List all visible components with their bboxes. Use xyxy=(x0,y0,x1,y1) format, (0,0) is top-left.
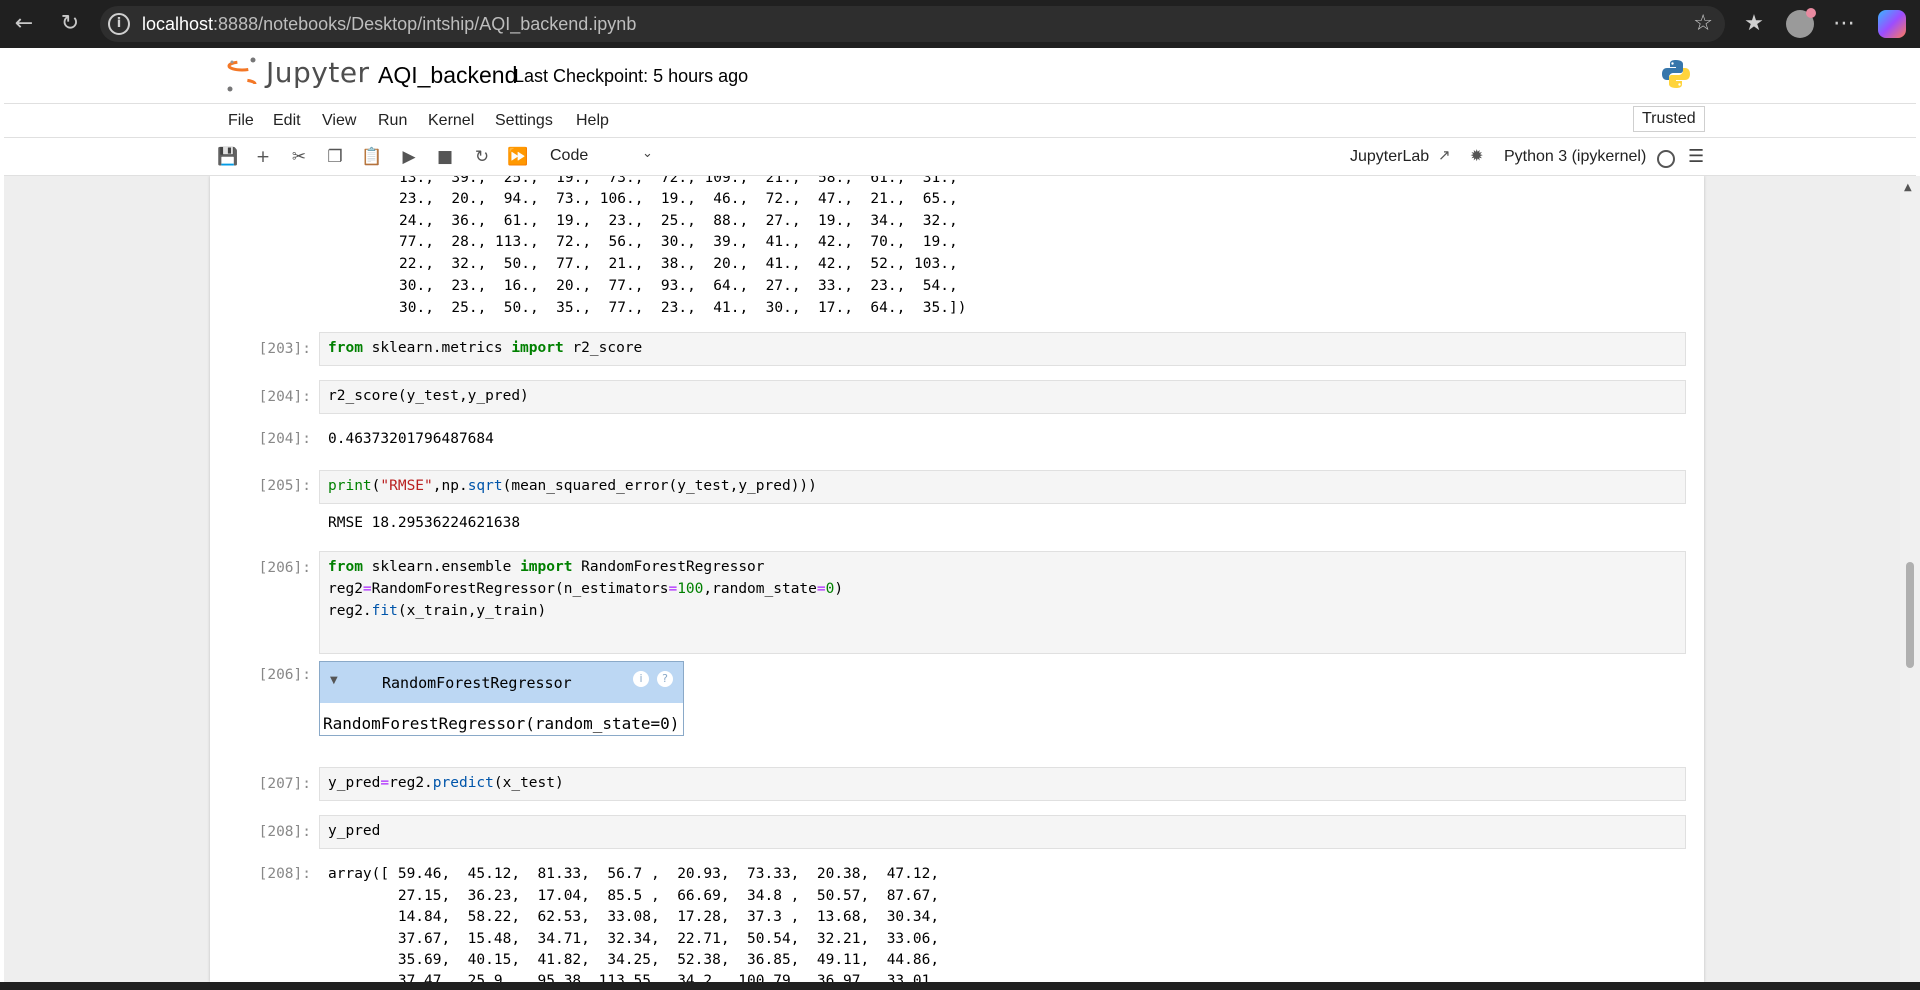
estimator-widget-header[interactable]: ▼ RandomForestRegressor i ? xyxy=(320,662,683,703)
add-cell-icon[interactable]: + xyxy=(251,145,275,169)
menu-edit[interactable]: Edit xyxy=(273,112,301,130)
code-cell[interactable]: from sklearn.ensemble import RandomFores… xyxy=(319,551,1686,654)
output-line: 13., 39., 25., 19., 73., 72., 109., 21.,… xyxy=(399,176,958,186)
code-cell[interactable]: print("RMSE",np.sqrt(mean_squared_error(… xyxy=(319,470,1686,504)
scroll-up-icon[interactable]: ▲ xyxy=(1904,182,1912,193)
code-line[interactable]: r2_score(y_test,y_pred) xyxy=(328,388,529,404)
cell-output: RMSE 18.29536224621638 xyxy=(328,515,521,531)
favorites-icon[interactable]: ★ xyxy=(1738,8,1770,40)
trusted-indicator[interactable]: Trusted xyxy=(1633,106,1705,132)
run-icon[interactable]: ▶ xyxy=(397,145,421,169)
menu-run[interactable]: Run xyxy=(378,112,407,130)
restart-icon[interactable]: ↻ xyxy=(470,145,494,169)
info-icon[interactable]: i xyxy=(633,671,649,687)
output-line: 30., 23., 16., 20., 77., 93., 64., 27., … xyxy=(399,278,958,294)
reload-icon[interactable]: ↻ xyxy=(54,8,86,40)
cell-input-prompt: [204]: xyxy=(258,389,311,405)
menu-view[interactable]: View xyxy=(322,112,356,130)
more-options-icon[interactable]: ⋯ xyxy=(1828,8,1860,40)
paste-icon[interactable]: 📋 xyxy=(360,145,384,169)
checkpoint-status: Last Checkpoint: 5 hours ago xyxy=(514,66,749,86)
code-cell[interactable]: r2_score(y_test,y_pred) xyxy=(319,380,1686,414)
code-line[interactable]: from sklearn.ensemble import RandomFores… xyxy=(328,559,765,575)
jupyter-logo-icon[interactable] xyxy=(224,56,260,94)
kernel-name[interactable]: Python 3 (ipykernel) xyxy=(1504,148,1646,166)
help-icon[interactable]: ? xyxy=(657,671,673,687)
code-line[interactable]: from sklearn.metrics import r2_score xyxy=(328,340,642,356)
menu-bar: File Edit View Run Kernel Settings Help … xyxy=(4,104,1916,138)
cell-input-prompt: [206]: xyxy=(258,560,311,576)
external-link-icon[interactable]: ↗ xyxy=(1438,146,1451,164)
menu-file[interactable]: File xyxy=(228,112,254,130)
code-cell[interactable]: from sklearn.metrics import r2_score xyxy=(319,332,1686,366)
copilot-icon[interactable] xyxy=(1878,10,1906,38)
estimator-params: RandomForestRegressor(random_state=0) xyxy=(323,714,680,733)
output-line: 27.15, 36.23, 17.04, 85.5 , 66.69, 34.8 … xyxy=(328,888,940,904)
code-line[interactable]: y_pred xyxy=(328,823,380,839)
profile-notification-dot xyxy=(1806,8,1816,18)
browser-toolbar: ← ↻ i localhost:8888/notebooks/Desktop/i… xyxy=(0,0,1920,48)
debugger-icon[interactable]: ✹ xyxy=(1470,146,1483,165)
chevron-down-icon[interactable]: ⌄ xyxy=(642,146,653,161)
cell-type-select[interactable]: Code xyxy=(550,147,588,165)
output-line: 22., 32., 50., 77., 21., 38., 20., 41., … xyxy=(399,256,958,272)
code-line[interactable]: reg2=RandomForestRegressor(n_estimators=… xyxy=(328,581,843,597)
notebook-scrollbar[interactable]: ▲ xyxy=(1900,176,1920,982)
save-icon[interactable]: 💾 xyxy=(216,145,240,169)
hamburger-menu-icon[interactable]: ☰ xyxy=(1688,146,1704,167)
cell-output-prompt: [204]: xyxy=(258,431,311,447)
jupyterlab-link[interactable]: JupyterLab xyxy=(1350,148,1429,166)
cell-output-prompt: [208]: xyxy=(258,866,311,882)
cell-input-prompt: [207]: xyxy=(258,776,311,792)
code-line[interactable]: reg2.fit(x_train,y_train) xyxy=(328,603,546,619)
code-cell[interactable]: y_pred=reg2.predict(x_test) xyxy=(319,767,1686,801)
caret-down-icon[interactable]: ▼ xyxy=(330,675,338,686)
jupyter-header: Jupyter AQI_backend Last Checkpoint: 5 h… xyxy=(4,48,1916,104)
output-line: 14.84, 58.22, 62.53, 33.08, 17.28, 37.3 … xyxy=(328,909,940,925)
notebook-toolbar: 💾 + ✂ ❐ 📋 ▶ ■ ↻ ⏩ Code ⌄ JupyterLab ↗ ✹ … xyxy=(4,138,1916,176)
cell-output: 0.46373201796487684 xyxy=(328,431,494,447)
jupyter-brand: Jupyter xyxy=(266,56,370,89)
notebook-page: 13., 39., 25., 19., 73., 72., 109., 21.,… xyxy=(210,176,1704,982)
code-cell[interactable]: y_pred xyxy=(319,815,1686,849)
output-line: 23., 20., 94., 73., 106., 19., 46., 72.,… xyxy=(399,191,958,207)
cell-output-prompt: [206]: xyxy=(258,667,311,683)
copy-icon[interactable]: ❐ xyxy=(323,145,347,169)
code-line[interactable]: print("RMSE",np.sqrt(mean_squared_error(… xyxy=(328,478,817,494)
python-logo-icon xyxy=(1662,60,1690,88)
output-line: 35.69, 40.15, 41.82, 34.25, 52.38, 36.85… xyxy=(328,952,940,968)
notebook-area: 13., 39., 25., 19., 73., 72., 109., 21.,… xyxy=(4,176,1900,982)
menu-help[interactable]: Help xyxy=(576,112,609,130)
output-line: 37.47, 25.9 , 95.38, 113.55, 34.2 , 100.… xyxy=(328,973,940,982)
output-line: 37.67, 15.48, 34.71, 32.34, 22.71, 50.54… xyxy=(328,931,940,947)
address-bar[interactable]: i localhost:8888/notebooks/Desktop/intsh… xyxy=(100,6,1725,42)
output-line: array([ 59.46, 45.12, 81.33, 56.7 , 20.9… xyxy=(328,866,940,882)
cell-input-prompt: [203]: xyxy=(258,341,311,357)
cut-icon[interactable]: ✂ xyxy=(287,145,311,169)
output-line: 30., 25., 50., 35., 77., 23., 41., 30., … xyxy=(399,300,967,316)
stop-icon[interactable]: ■ xyxy=(433,145,457,169)
menu-kernel[interactable]: Kernel xyxy=(428,112,474,130)
fast-forward-icon[interactable]: ⏩ xyxy=(506,145,530,169)
kernel-status-icon xyxy=(1657,150,1675,168)
notebook-title[interactable]: AQI_backend xyxy=(378,62,517,89)
cell-input-prompt: [205]: xyxy=(258,478,311,494)
bookmark-star-icon[interactable]: ☆ xyxy=(1693,11,1713,36)
menu-settings[interactable]: Settings xyxy=(495,112,553,130)
code-line[interactable]: y_pred=reg2.predict(x_test) xyxy=(328,775,564,791)
output-line: 24., 36., 61., 19., 23., 25., 88., 27., … xyxy=(399,213,958,229)
cell-input-prompt: [208]: xyxy=(258,824,311,840)
site-info-icon[interactable]: i xyxy=(108,13,130,35)
url-text[interactable]: localhost:8888/notebooks/Desktop/intship… xyxy=(142,14,636,35)
scroll-thumb[interactable] xyxy=(1906,562,1914,668)
back-icon[interactable]: ← xyxy=(8,8,40,40)
estimator-title: RandomForestRegressor xyxy=(382,674,572,692)
output-line: 77., 28., 113., 72., 56., 30., 39., 41.,… xyxy=(399,234,958,250)
bottom-edge xyxy=(0,982,1920,990)
estimator-widget[interactable]: ▼ RandomForestRegressor i ? RandomForest… xyxy=(319,661,684,736)
